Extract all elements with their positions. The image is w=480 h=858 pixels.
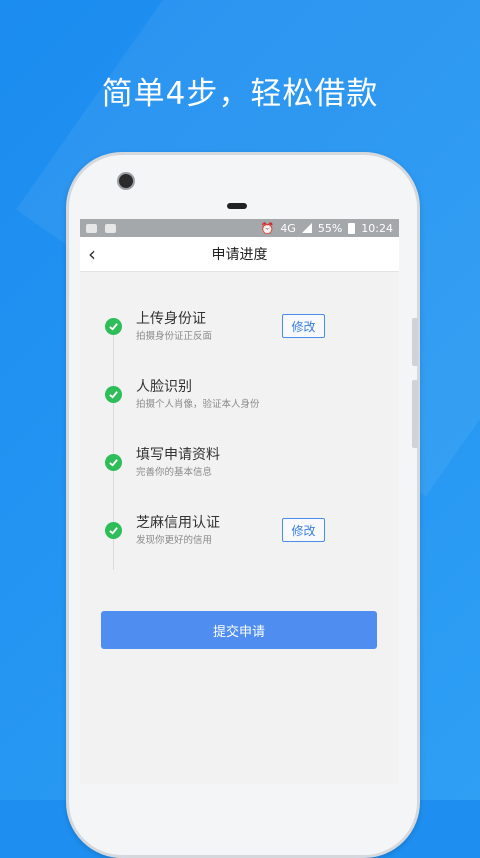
step-title: 人脸识别 — [136, 379, 192, 395]
edit-credit-button[interactable]: 修改 — [282, 518, 325, 542]
phone-camera — [117, 172, 135, 190]
check-icon — [105, 386, 122, 403]
step-title: 芝麻信用认证 — [136, 515, 220, 531]
signal-icon — [301, 223, 312, 233]
phone-power-button — [412, 318, 418, 366]
phone-volume-button — [412, 380, 418, 448]
step-subtitle: 完善你的基本信息 — [136, 467, 213, 478]
image-icon — [105, 223, 116, 233]
promo-headline: 简单4步，轻松借款 — [101, 76, 379, 112]
step-title: 填写申请资料 — [136, 447, 220, 463]
check-icon — [105, 454, 122, 471]
page-title: 申请进度 — [211, 247, 268, 263]
alarm-icon: ⏰ — [260, 221, 275, 235]
check-icon — [105, 522, 122, 539]
step-fill-info: 填写申请资料 完善你的基本信息 — [80, 440, 399, 508]
phone-speaker — [227, 203, 247, 209]
chevron-left-icon[interactable]: ‹ — [88, 243, 108, 265]
battery-icon — [348, 222, 356, 234]
message-icon — [86, 223, 97, 233]
phone-screen: ⏰ 4G 55% 10:24 ‹ 申请进度 上传身份证 拍摄身份证正反面 修改 … — [80, 219, 399, 784]
step-title: 上传身份证 — [136, 311, 206, 327]
step-face-recognition: 人脸识别 拍摄个人肖像，验证本人身份 — [80, 372, 399, 440]
step-upload-id: 上传身份证 拍摄身份证正反面 修改 — [80, 304, 399, 372]
step-subtitle: 拍摄身份证正反面 — [136, 331, 213, 342]
network-label: 4G — [280, 221, 296, 235]
edit-id-button[interactable]: 修改 — [282, 314, 325, 338]
step-credit-auth: 芝麻信用认证 发现你更好的信用 修改 — [80, 508, 399, 576]
submit-application-button[interactable]: 提交申请 — [101, 611, 377, 649]
battery-percent: 55% — [317, 221, 343, 235]
status-bar: ⏰ 4G 55% 10:24 — [80, 219, 399, 237]
progress-steps: 上传身份证 拍摄身份证正反面 修改 人脸识别 拍摄个人肖像，验证本人身份 填写申… — [80, 272, 399, 576]
clock-time: 10:24 — [361, 221, 393, 235]
step-subtitle: 拍摄个人肖像，验证本人身份 — [136, 399, 260, 410]
step-subtitle: 发现你更好的信用 — [136, 535, 213, 546]
navigation-bar: ‹ 申请进度 — [80, 237, 399, 272]
check-icon — [105, 318, 122, 335]
